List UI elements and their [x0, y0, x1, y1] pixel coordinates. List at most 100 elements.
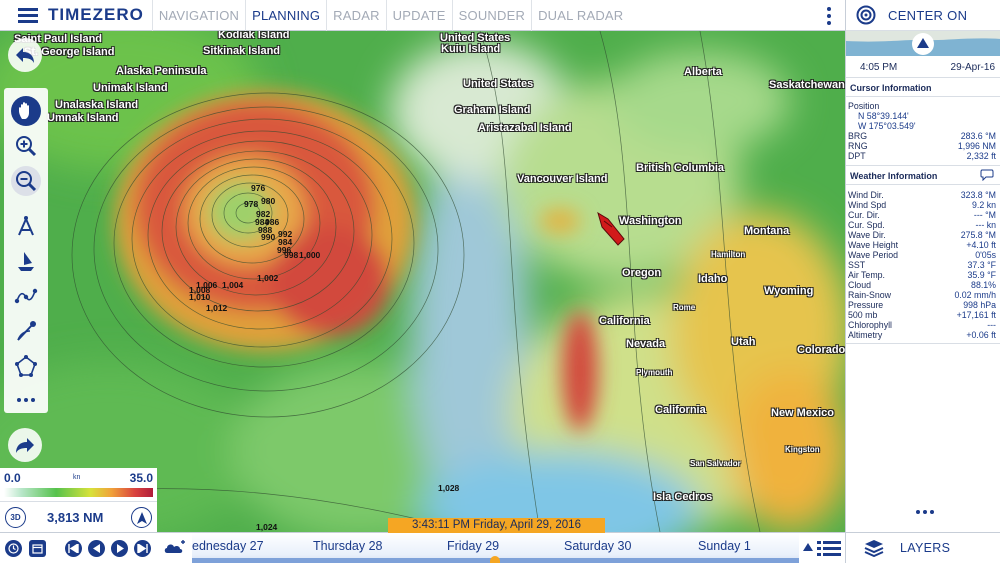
redo-button[interactable]	[8, 428, 42, 462]
play-icon	[117, 544, 124, 553]
boat-icon[interactable]	[594, 211, 628, 247]
weather-row: Cloud 88.1%	[848, 280, 996, 290]
map-place-label: Rome	[673, 303, 696, 312]
map-place-label: Graham Island	[454, 104, 531, 116]
weather-forecast-icon[interactable]	[163, 539, 187, 558]
weather-map[interactable]: 976 980 978 982 984 986 988 990 992 984 …	[0, 31, 845, 532]
weather-row: Cur. Spd. --- kn	[848, 220, 996, 230]
map-place-label: Umnak Island	[47, 112, 119, 124]
map-place-label: British Columbia	[636, 162, 725, 174]
step-back-button[interactable]	[88, 540, 105, 557]
legend-min: 0.0	[4, 471, 21, 485]
3d-toggle-button[interactable]: 3D	[5, 507, 26, 528]
compass-tool-button[interactable]	[11, 211, 41, 241]
zoom-in-button[interactable]	[11, 131, 41, 161]
weather-row: Wave Period 0'05s	[848, 250, 996, 260]
mark-tool-button[interactable]	[11, 246, 41, 276]
calendar-icon	[32, 544, 43, 554]
zoom-out-icon	[16, 171, 37, 192]
play-button[interactable]	[111, 540, 128, 557]
cursor-info-title: Cursor Information	[850, 83, 932, 93]
menu-icon[interactable]	[14, 0, 42, 31]
app-logo: TIMEZERO	[48, 5, 144, 24]
map-place-label: Kuiu Island	[441, 43, 501, 55]
map-place-label: Washington	[619, 215, 682, 227]
step-back-icon	[93, 544, 100, 553]
map-place-label: Utah	[731, 336, 756, 348]
skip-forward-button[interactable]	[134, 540, 151, 557]
tab-update[interactable]: UPDATE	[385, 0, 452, 31]
tab-navigation[interactable]: NAVIGATION	[151, 0, 245, 31]
timeline-cursor[interactable]	[490, 556, 500, 563]
north-up-button[interactable]	[131, 507, 152, 528]
map-place-label: California	[655, 404, 706, 416]
overview-minimap[interactable]	[846, 31, 1000, 56]
timeline-up-icon[interactable]	[803, 540, 813, 556]
map-place-label: Kodiak Island	[218, 31, 290, 41]
wind-speed-legend: 0.0 kn 35.0	[0, 468, 157, 501]
map-place-label: California	[599, 315, 650, 327]
clock-icon	[8, 543, 19, 554]
boat-mark-icon	[18, 252, 34, 271]
route-tool-button[interactable]	[11, 281, 41, 311]
map-place-label: Colorado	[797, 344, 845, 356]
list-view-icon[interactable]	[817, 541, 841, 557]
more-tools-icon[interactable]	[17, 398, 35, 402]
map-place-label: Aristazabal Island	[478, 122, 572, 134]
weather-row: Pressure 998 hPa	[848, 300, 996, 310]
map-place-label: San Salvador	[690, 459, 741, 468]
weather-row: Wind Spd 9.2 kn	[848, 200, 996, 210]
clock-date: 29-Apr-16	[950, 62, 995, 73]
tab-sounder[interactable]: SOUNDER	[451, 0, 531, 31]
map-place-label: Unalaska Island	[55, 99, 139, 111]
tab-planning[interactable]: PLANNING	[245, 0, 326, 31]
zoom-in-icon	[16, 136, 37, 157]
timeline-day: Sunday 1	[698, 539, 751, 553]
isobar-label: 998	[284, 250, 299, 260]
pan-tool-button[interactable]	[11, 96, 41, 126]
more-options-icon[interactable]	[819, 6, 839, 26]
skip-back-button[interactable]	[65, 540, 82, 557]
undo-button[interactable]	[8, 38, 42, 72]
map-place-label: Idaho	[698, 273, 728, 285]
clock-button[interactable]	[5, 540, 22, 557]
tab-radar[interactable]: RADAR	[326, 0, 386, 31]
distance-panel: 3D 3,813 NM	[0, 501, 157, 532]
tab-dual-radar[interactable]: DUAL RADAR	[531, 0, 629, 31]
speech-bubble-icon[interactable]	[980, 169, 994, 181]
ebl-tool-button[interactable]	[11, 316, 41, 346]
forward-arrow-icon	[16, 438, 34, 453]
weather-row: Wave Height +4.10 ft	[848, 240, 996, 250]
weather-row: Chlorophyll ---	[848, 320, 996, 330]
weather-row: Wind Dir. 323.8 °M	[848, 190, 996, 200]
map-place-label: Isla Cedros	[653, 491, 713, 503]
info-row: DPT 2,332 ft	[848, 151, 996, 161]
isobar-label: 1,000	[299, 250, 321, 260]
weather-row: Altimetry +0.06 ft	[848, 330, 996, 340]
timeline-day: Thursday 28	[313, 539, 383, 553]
timeline-day: ednesday 27	[192, 539, 264, 553]
center-on-button[interactable]: CENTER ON	[846, 0, 1000, 31]
info-row: BRG 283.6 °M	[848, 131, 996, 141]
calendar-button[interactable]	[29, 540, 46, 557]
map-tools-panel	[4, 88, 48, 413]
map-place-label: Kingston	[785, 445, 820, 454]
panel-more-icon[interactable]	[916, 510, 934, 514]
isobar-label: 978	[244, 199, 259, 209]
north-arrow-icon	[136, 511, 147, 524]
compass-icon	[18, 216, 34, 236]
info-panel: CENTER ON 4:05 PM 29-Apr-16 Cursor Infor…	[845, 0, 1000, 563]
weather-row: Wave Dir. 275.8 °M	[848, 230, 996, 240]
weather-row: Air Temp. 35.9 °F	[848, 270, 996, 280]
hand-icon	[19, 102, 29, 119]
clock-display: 4:05 PM 29-Apr-16	[846, 56, 1000, 78]
target-icon	[856, 5, 876, 25]
layers-button[interactable]: LAYERS	[846, 533, 1000, 563]
legend-max: 35.0	[129, 471, 153, 485]
weather-row: Cur. Dir. --- °M	[848, 210, 996, 220]
area-tool-button[interactable]	[11, 351, 41, 381]
map-place-label: Oregon	[622, 267, 662, 279]
isobar-label: 1,028	[438, 483, 460, 493]
zoom-out-button[interactable]	[11, 166, 41, 196]
map-place-label: Saskatchewan	[769, 79, 845, 91]
